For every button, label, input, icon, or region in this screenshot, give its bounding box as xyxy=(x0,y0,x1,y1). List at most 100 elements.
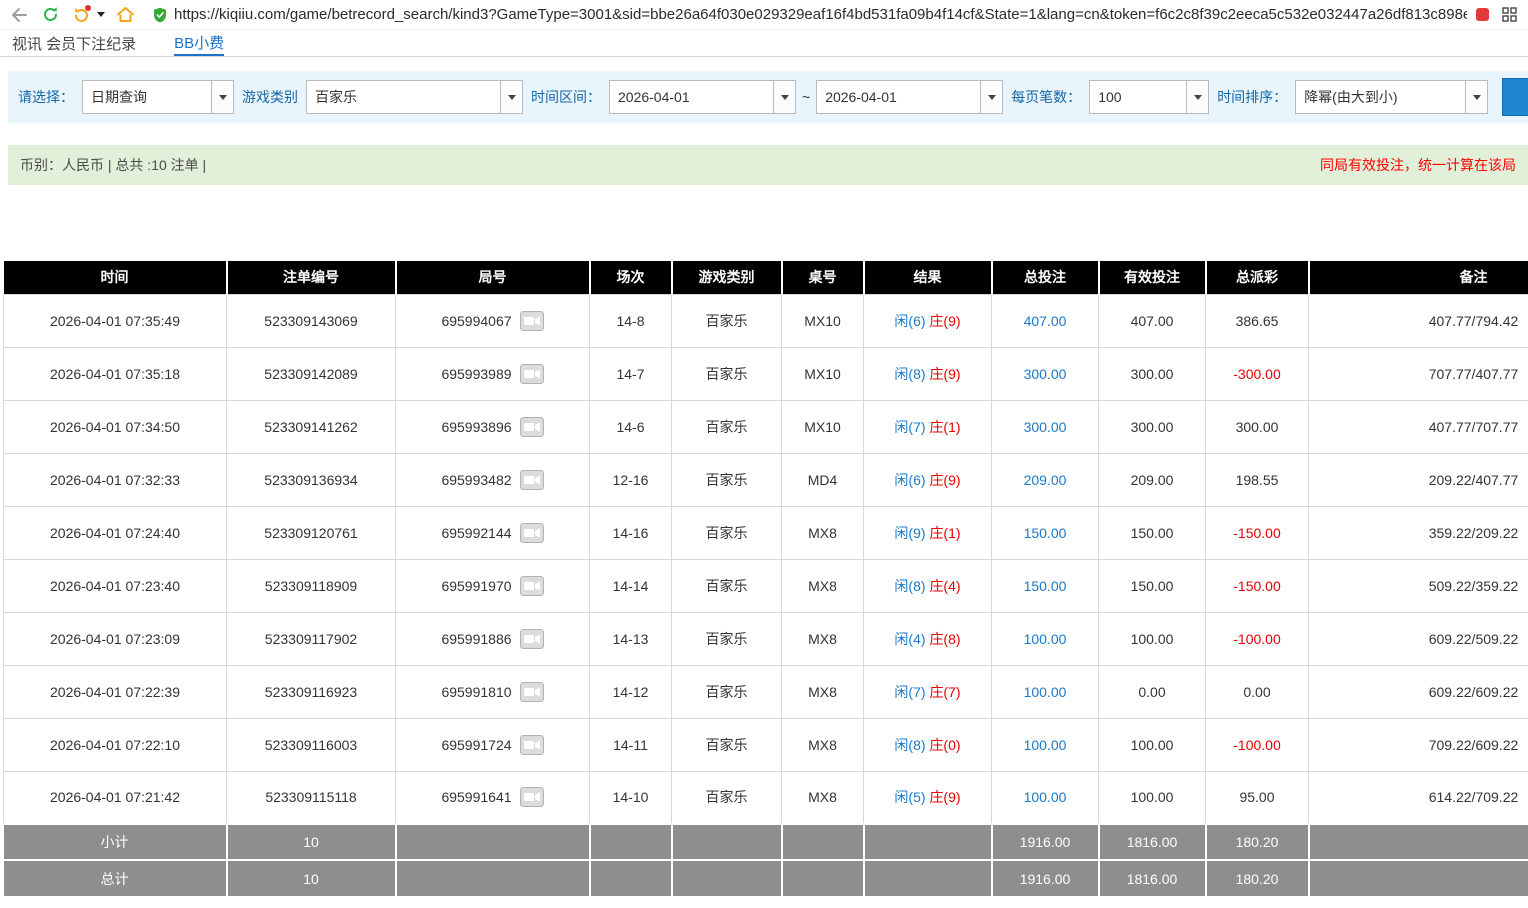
filter-label-sort: 时间排序： xyxy=(1217,87,1287,107)
game-category-select[interactable]: 百家乐 xyxy=(306,80,523,114)
table-header-row: 时间注单编号局号场次游戏类别桌号结果总投注有效投注总派彩备注 xyxy=(4,261,1528,294)
cell-total-bet[interactable]: 209.00 xyxy=(992,453,1099,506)
cell-table-no: MX10 xyxy=(782,294,864,347)
cell-total-bet[interactable]: 100.00 xyxy=(992,718,1099,771)
video-icon[interactable] xyxy=(520,576,544,596)
subtotal-payout: 180.20 xyxy=(1206,824,1309,860)
cell-total-bet[interactable]: 150.00 xyxy=(992,506,1099,559)
cell-result: 闲(6) 庄(9) xyxy=(864,453,992,506)
chevron-down-icon[interactable] xyxy=(1465,81,1487,113)
total-bet-link[interactable]: 150.00 xyxy=(1024,525,1067,541)
cell-bet-id: 523309136934 xyxy=(227,453,396,506)
cell-round-id: 695991970 xyxy=(396,559,590,612)
tab-bb-tip[interactable]: BB小费 xyxy=(174,30,224,56)
apps-grid-icon[interactable] xyxy=(1498,4,1520,26)
video-icon[interactable] xyxy=(520,311,544,331)
cell-time: 2026-04-01 07:35:49 xyxy=(4,294,227,347)
sort-order-select[interactable]: 降幂(由大到小) xyxy=(1295,80,1488,114)
cell-result: 闲(8) 庄(0) xyxy=(864,718,992,771)
cell-result: 闲(8) 庄(4) xyxy=(864,559,992,612)
undo-icon[interactable] xyxy=(70,4,92,26)
total-bet-link[interactable]: 300.00 xyxy=(1024,366,1067,382)
cell-round-id: 695993896 xyxy=(396,400,590,453)
undo-history-caret-icon[interactable] xyxy=(97,12,105,17)
round-number: 695992144 xyxy=(441,525,511,541)
cell-valid-bet: 100.00 xyxy=(1099,612,1206,665)
total-bet-link[interactable]: 150.00 xyxy=(1024,578,1067,594)
total-bet-link[interactable]: 100.00 xyxy=(1024,631,1067,647)
cell-result: 闲(7) 庄(7) xyxy=(864,665,992,718)
cell-time: 2026-04-01 07:34:50 xyxy=(4,400,227,453)
date-to-value[interactable]: 2026-04-01 xyxy=(817,89,980,105)
cell-total-bet[interactable]: 407.00 xyxy=(992,294,1099,347)
cell-game-type: 百家乐 xyxy=(672,771,782,824)
cell-total-bet[interactable]: 100.00 xyxy=(992,665,1099,718)
video-icon[interactable] xyxy=(520,787,544,807)
video-icon[interactable] xyxy=(520,682,544,702)
total-bet-link[interactable]: 100.00 xyxy=(1024,684,1067,700)
page-size-value[interactable]: 100 xyxy=(1090,89,1186,105)
player-result: 闲(7) xyxy=(894,684,925,700)
search-button[interactable] xyxy=(1502,78,1528,116)
cell-remark: 614.22/709.22 xyxy=(1309,771,1528,824)
refresh-icon[interactable] xyxy=(39,4,61,26)
cell-round-id: 695991886 xyxy=(396,612,590,665)
round-number: 695993896 xyxy=(441,419,511,435)
cell-bet-id: 523309143069 xyxy=(227,294,396,347)
back-icon[interactable] xyxy=(8,4,30,26)
date-to-input[interactable]: 2026-04-01 xyxy=(816,80,1003,114)
cell-remark: 359.22/209.22 xyxy=(1309,506,1528,559)
round-number: 695991641 xyxy=(441,789,511,805)
cell-time: 2026-04-01 07:23:40 xyxy=(4,559,227,612)
cell-remark: 407.77/707.77 xyxy=(1309,400,1528,453)
query-type-select[interactable]: 日期查询 xyxy=(82,80,234,114)
video-icon[interactable] xyxy=(520,523,544,543)
date-from-value[interactable]: 2026-04-01 xyxy=(610,89,773,105)
chevron-down-icon[interactable] xyxy=(1186,81,1208,113)
banker-result: 庄(9) xyxy=(929,313,960,329)
cell-total-bet[interactable]: 300.00 xyxy=(992,400,1099,453)
video-icon[interactable] xyxy=(520,417,544,437)
chevron-down-icon[interactable] xyxy=(773,81,795,113)
video-icon[interactable] xyxy=(520,735,544,755)
favorite-icon[interactable] xyxy=(1476,8,1489,21)
security-shield-icon xyxy=(153,7,167,23)
chevron-down-icon[interactable] xyxy=(500,81,522,113)
cell-round-id: 695991724 xyxy=(396,718,590,771)
column-header: 结果 xyxy=(864,261,992,294)
chevron-down-icon[interactable] xyxy=(211,81,233,113)
url-text[interactable]: https://kiqiiu.com/game/betrecord_search… xyxy=(174,6,1467,23)
cell-payout: -100.00 xyxy=(1206,718,1309,771)
cell-game-type: 百家乐 xyxy=(672,294,782,347)
cell-total-bet[interactable]: 100.00 xyxy=(992,612,1099,665)
tab-bet-records[interactable]: 视讯 会员下注纪录 xyxy=(12,30,136,56)
total-total-bet: 1916.00 xyxy=(992,860,1099,896)
sort-order-value: 降幂(由大到小) xyxy=(1296,87,1465,107)
video-icon[interactable] xyxy=(520,364,544,384)
total-bet-link[interactable]: 100.00 xyxy=(1024,789,1067,805)
cell-session: 14-14 xyxy=(590,559,672,612)
table-container: 时间注单编号局号场次游戏类别桌号结果总投注有效投注总派彩备注 2026-04-0… xyxy=(3,261,1528,896)
cell-bet-id: 523309115118 xyxy=(227,771,396,824)
total-bet-link[interactable]: 300.00 xyxy=(1024,419,1067,435)
total-bet-link[interactable]: 407.00 xyxy=(1024,313,1067,329)
cell-remark: 609.22/509.22 xyxy=(1309,612,1528,665)
total-bet-link[interactable]: 100.00 xyxy=(1024,737,1067,753)
column-header: 总派彩 xyxy=(1206,261,1309,294)
video-icon[interactable] xyxy=(520,629,544,649)
date-range-separator: ~ xyxy=(802,89,810,105)
cell-payout: 300.00 xyxy=(1206,400,1309,453)
page-size-input[interactable]: 100 xyxy=(1089,80,1209,114)
home-icon[interactable] xyxy=(114,4,136,26)
address-bar[interactable]: https://kiqiiu.com/game/betrecord_search… xyxy=(145,6,1467,23)
cell-session: 14-10 xyxy=(590,771,672,824)
chevron-down-icon[interactable] xyxy=(980,81,1002,113)
date-from-input[interactable]: 2026-04-01 xyxy=(609,80,796,114)
cell-total-bet[interactable]: 100.00 xyxy=(992,771,1099,824)
video-icon[interactable] xyxy=(520,470,544,490)
cell-total-bet[interactable]: 150.00 xyxy=(992,559,1099,612)
cell-total-bet[interactable]: 300.00 xyxy=(992,347,1099,400)
total-bet-link[interactable]: 209.00 xyxy=(1024,472,1067,488)
cell-result: 闲(5) 庄(9) xyxy=(864,771,992,824)
cell-table-no: MD4 xyxy=(782,453,864,506)
